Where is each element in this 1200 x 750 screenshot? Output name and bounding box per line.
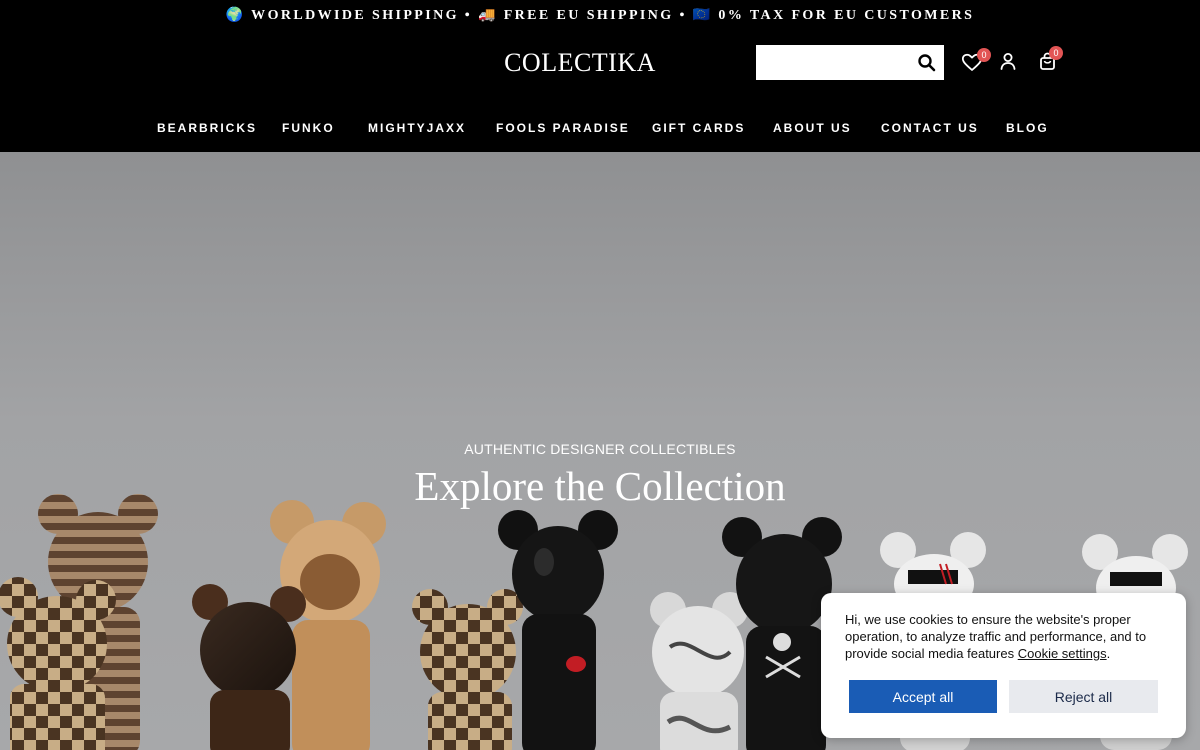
announcement-bar: 🌍 WORLDWIDE SHIPPING • 🚚 FREE EU SHIPPIN…: [225, 8, 975, 23]
cart-button[interactable]: 0: [1036, 46, 1063, 74]
reject-all-button[interactable]: Reject all: [1009, 680, 1158, 713]
search-input[interactable]: [756, 45, 911, 80]
nav-item-funko[interactable]: FUNKO: [282, 121, 335, 135]
cookie-settings-link[interactable]: Cookie settings: [1018, 646, 1107, 661]
cart-count-badge: 0: [1049, 46, 1063, 60]
hero-title: Explore the Collection: [414, 463, 786, 509]
user-icon: [1000, 53, 1016, 70]
wishlist-count-badge: 0: [977, 48, 991, 62]
search-box: [756, 45, 944, 80]
cookie-banner: Hi, we use cookies to ensure the website…: [821, 593, 1186, 738]
brand-logo[interactable]: COLECTIKA: [480, 48, 680, 78]
main-navigation: BEARBRICKS FUNKO MIGHTYJAXX FOOLS PARADI…: [0, 121, 1200, 139]
nav-item-mightyjaxx[interactable]: MIGHTYJAXX: [368, 121, 466, 135]
cookie-message: Hi, we use cookies to ensure the website…: [845, 611, 1165, 662]
accept-all-button[interactable]: Accept all: [849, 680, 997, 713]
nav-item-bearbricks[interactable]: BEARBRICKS: [157, 121, 257, 135]
nav-item-fools-paradise[interactable]: FOOLS PARADISE: [496, 121, 630, 135]
site-header: 🌍 WORLDWIDE SHIPPING • 🚚 FREE EU SHIPPIN…: [0, 0, 1200, 152]
cookie-message-period: .: [1106, 646, 1111, 661]
hero-kicker: AUTHENTIC DESIGNER COLLECTIBLES: [464, 441, 736, 457]
account-button[interactable]: [997, 50, 1021, 74]
nav-item-about-us[interactable]: ABOUT US: [773, 121, 852, 135]
search-icon[interactable]: [917, 53, 937, 73]
nav-item-contact-us[interactable]: CONTACT US: [881, 121, 979, 135]
nav-item-gift-cards[interactable]: GIFT CARDS: [652, 121, 745, 135]
nav-item-blog[interactable]: BLOG: [1006, 121, 1049, 135]
wishlist-button[interactable]: 0: [960, 48, 991, 74]
